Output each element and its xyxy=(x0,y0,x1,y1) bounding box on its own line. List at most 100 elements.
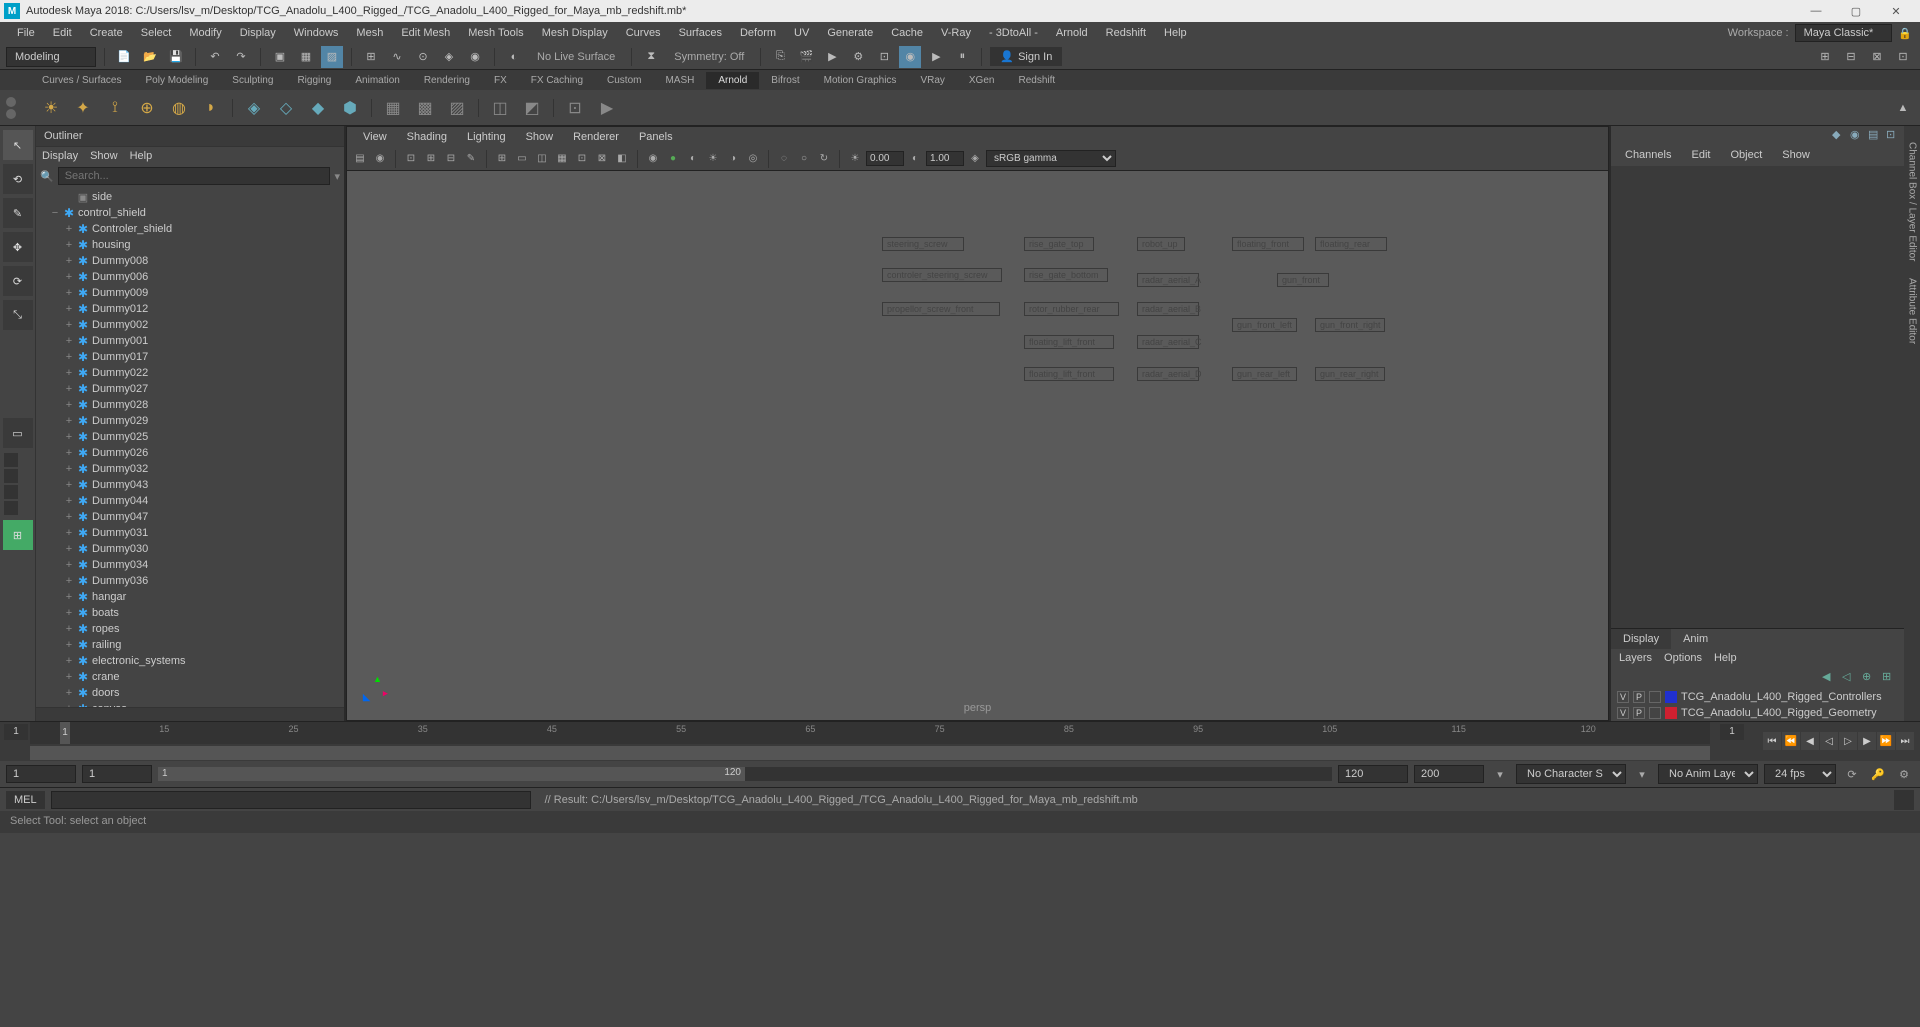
vp-select-cam-icon[interactable]: ▤ xyxy=(351,150,369,168)
vp-field-chart-icon[interactable]: ⊡ xyxy=(573,150,591,168)
tree-item[interactable]: +✱Dummy027 xyxy=(36,381,344,397)
light-icon-2[interactable]: ✦ xyxy=(68,93,98,123)
tree-item[interactable]: +✱railing xyxy=(36,637,344,653)
outliner-menu-display[interactable]: Display xyxy=(42,150,78,162)
loop-icon[interactable]: ⟳ xyxy=(1842,764,1862,784)
render-view-icon[interactable]: ⊡ xyxy=(873,46,895,68)
layer-section-tab-display[interactable]: Display xyxy=(1611,629,1671,649)
layout-icon-3[interactable]: ⊠ xyxy=(1866,46,1888,68)
shelf-tab-motiongraphics[interactable]: Motion Graphics xyxy=(812,72,909,89)
layer-play-toggle[interactable]: P xyxy=(1633,707,1645,719)
snap-plane-icon[interactable]: ◈ xyxy=(438,46,460,68)
viewport-3d[interactable]: ▲▸◣ persp steering_screwcontroler_steeri… xyxy=(347,171,1608,720)
layout-icon-1[interactable]: ⊞ xyxy=(1814,46,1836,68)
menu-mesh[interactable]: Mesh xyxy=(347,24,392,42)
live-surface-icon[interactable]: ◐ xyxy=(503,46,525,68)
vp-motion-icon[interactable]: ↻ xyxy=(815,150,833,168)
tree-item[interactable]: +✱Dummy031 xyxy=(36,525,344,541)
character-set-dropdown[interactable]: No Character Set xyxy=(1516,764,1626,784)
control-curve[interactable]: gun_front_left xyxy=(1232,318,1297,332)
vtab-channelboxlayereditor[interactable]: Channel Box / Layer Editor xyxy=(1906,134,1919,270)
tree-item[interactable]: +✱Dummy036 xyxy=(36,573,344,589)
layer-state-toggle[interactable] xyxy=(1649,691,1661,703)
channel-box-content[interactable] xyxy=(1611,166,1904,628)
expander-icon[interactable]: + xyxy=(64,639,74,651)
cb-tab-edit[interactable]: Edit xyxy=(1681,146,1720,166)
expander-icon[interactable]: + xyxy=(64,591,74,603)
script-lang-dropdown[interactable]: MEL xyxy=(6,791,45,809)
menu-select[interactable]: Select xyxy=(132,24,181,42)
shelf-tab-animation[interactable]: Animation xyxy=(343,72,411,89)
vp-exposure-icon[interactable]: ☀ xyxy=(846,150,864,168)
tree-item[interactable]: +✱hangar xyxy=(36,589,344,605)
redo-icon[interactable]: ↷ xyxy=(230,46,252,68)
menu-file[interactable]: File xyxy=(8,24,44,42)
menu-editmesh[interactable]: Edit Mesh xyxy=(392,24,459,42)
expander-icon[interactable]: + xyxy=(64,223,74,235)
layer-btn-2[interactable]: ◁ xyxy=(1842,670,1858,686)
layer-menu-help[interactable]: Help xyxy=(1714,652,1737,664)
layout-custom-icon[interactable]: ⊞ xyxy=(3,520,33,550)
control-curve[interactable]: rotor_rubber_rear xyxy=(1024,302,1119,316)
menu-redshift[interactable]: Redshift xyxy=(1097,24,1155,42)
control-curve[interactable]: steering_screw xyxy=(882,237,964,251)
vp-gamma-icon[interactable]: ◐ xyxy=(906,150,924,168)
light-icon-4[interactable]: ⊕ xyxy=(132,93,162,123)
range-end-inner[interactable] xyxy=(1338,765,1408,783)
select-obj-icon[interactable]: ▣ xyxy=(269,46,291,68)
tree-item[interactable]: +✱Dummy034 xyxy=(36,557,344,573)
cb-tab-show[interactable]: Show xyxy=(1772,146,1820,166)
search-dropdown-icon[interactable]: ▾ xyxy=(334,170,340,183)
new-scene-icon[interactable]: 📄 xyxy=(113,46,135,68)
vp-film-gate-icon[interactable]: ▭ xyxy=(513,150,531,168)
maximize-button[interactable]: ▢ xyxy=(1836,0,1876,22)
tree-item[interactable]: +✱crane xyxy=(36,669,344,685)
expander-icon[interactable]: + xyxy=(64,495,74,507)
layer-menu-layers[interactable]: Layers xyxy=(1619,652,1652,664)
light-icon-6[interactable]: ◗ xyxy=(196,93,226,123)
menu-meshdisplay[interactable]: Mesh Display xyxy=(533,24,617,42)
tree-item[interactable]: +✱ropes xyxy=(36,621,344,637)
menu-edit[interactable]: Edit xyxy=(44,24,81,42)
snap-grid-icon[interactable]: ⊞ xyxy=(360,46,382,68)
tree-item[interactable]: +✱Dummy025 xyxy=(36,429,344,445)
vp-xray-joints-icon[interactable]: ○ xyxy=(795,150,813,168)
control-curve[interactable]: floating_rear xyxy=(1315,237,1387,251)
tree-item[interactable]: ▣side xyxy=(36,189,344,205)
menu-meshtools[interactable]: Mesh Tools xyxy=(459,24,532,42)
expander-icon[interactable]: + xyxy=(64,335,74,347)
play-fwd-icon[interactable]: ▷ xyxy=(1839,732,1857,750)
scale-tool-icon[interactable]: ⤡ xyxy=(3,300,33,330)
step-back-key-icon[interactable]: ⏪ xyxy=(1782,732,1800,750)
menu-cache[interactable]: Cache xyxy=(882,24,932,42)
cb-tab-channels[interactable]: Channels xyxy=(1615,146,1681,166)
menu-display[interactable]: Display xyxy=(231,24,285,42)
control-curve[interactable]: controler_steering_screw xyxy=(882,268,1002,282)
expander-icon[interactable]: + xyxy=(64,431,74,443)
expander-icon[interactable]: + xyxy=(64,511,74,523)
tree-item[interactable]: +✱Dummy001 xyxy=(36,333,344,349)
select-comp-icon[interactable]: ▨ xyxy=(321,46,343,68)
layer-menu-options[interactable]: Options xyxy=(1664,652,1702,664)
tree-item[interactable]: +✱boats xyxy=(36,605,344,621)
layout-icon-4[interactable]: ⊡ xyxy=(1892,46,1914,68)
anim-layer-dropdown[interactable]: No Anim Layer xyxy=(1658,764,1758,784)
control-curve[interactable]: radar_aerial_B xyxy=(1137,302,1199,316)
ipr-icon[interactable]: ▶ xyxy=(821,46,843,68)
tree-item[interactable]: +✱housing xyxy=(36,237,344,253)
layout-4-1-icon[interactable] xyxy=(4,453,18,467)
layer-state-toggle[interactable] xyxy=(1649,707,1661,719)
vp-image-plane-icon[interactable]: ⊞ xyxy=(422,150,440,168)
vp-isolate-icon[interactable]: ◎ xyxy=(744,150,762,168)
command-input[interactable] xyxy=(51,791,531,809)
rotate-tool-icon[interactable]: ⟳ xyxy=(3,266,33,296)
layer-row[interactable]: VPTCG_Anadolu_L400_Rigged_Controllers xyxy=(1611,689,1904,705)
shelf-tab-mash[interactable]: MASH xyxy=(653,72,706,89)
vp-colorspace-dropdown[interactable]: sRGB gamma xyxy=(986,150,1116,167)
anim-layer-icon[interactable]: ▾ xyxy=(1632,764,1652,784)
layer-color-swatch[interactable] xyxy=(1665,691,1677,703)
play-back-icon[interactable]: ◁ xyxy=(1820,732,1838,750)
layer-btn-1[interactable]: ◀ xyxy=(1822,670,1838,686)
layout-4-4-icon[interactable] xyxy=(4,501,18,515)
save-scene-icon[interactable]: 💾 xyxy=(165,46,187,68)
